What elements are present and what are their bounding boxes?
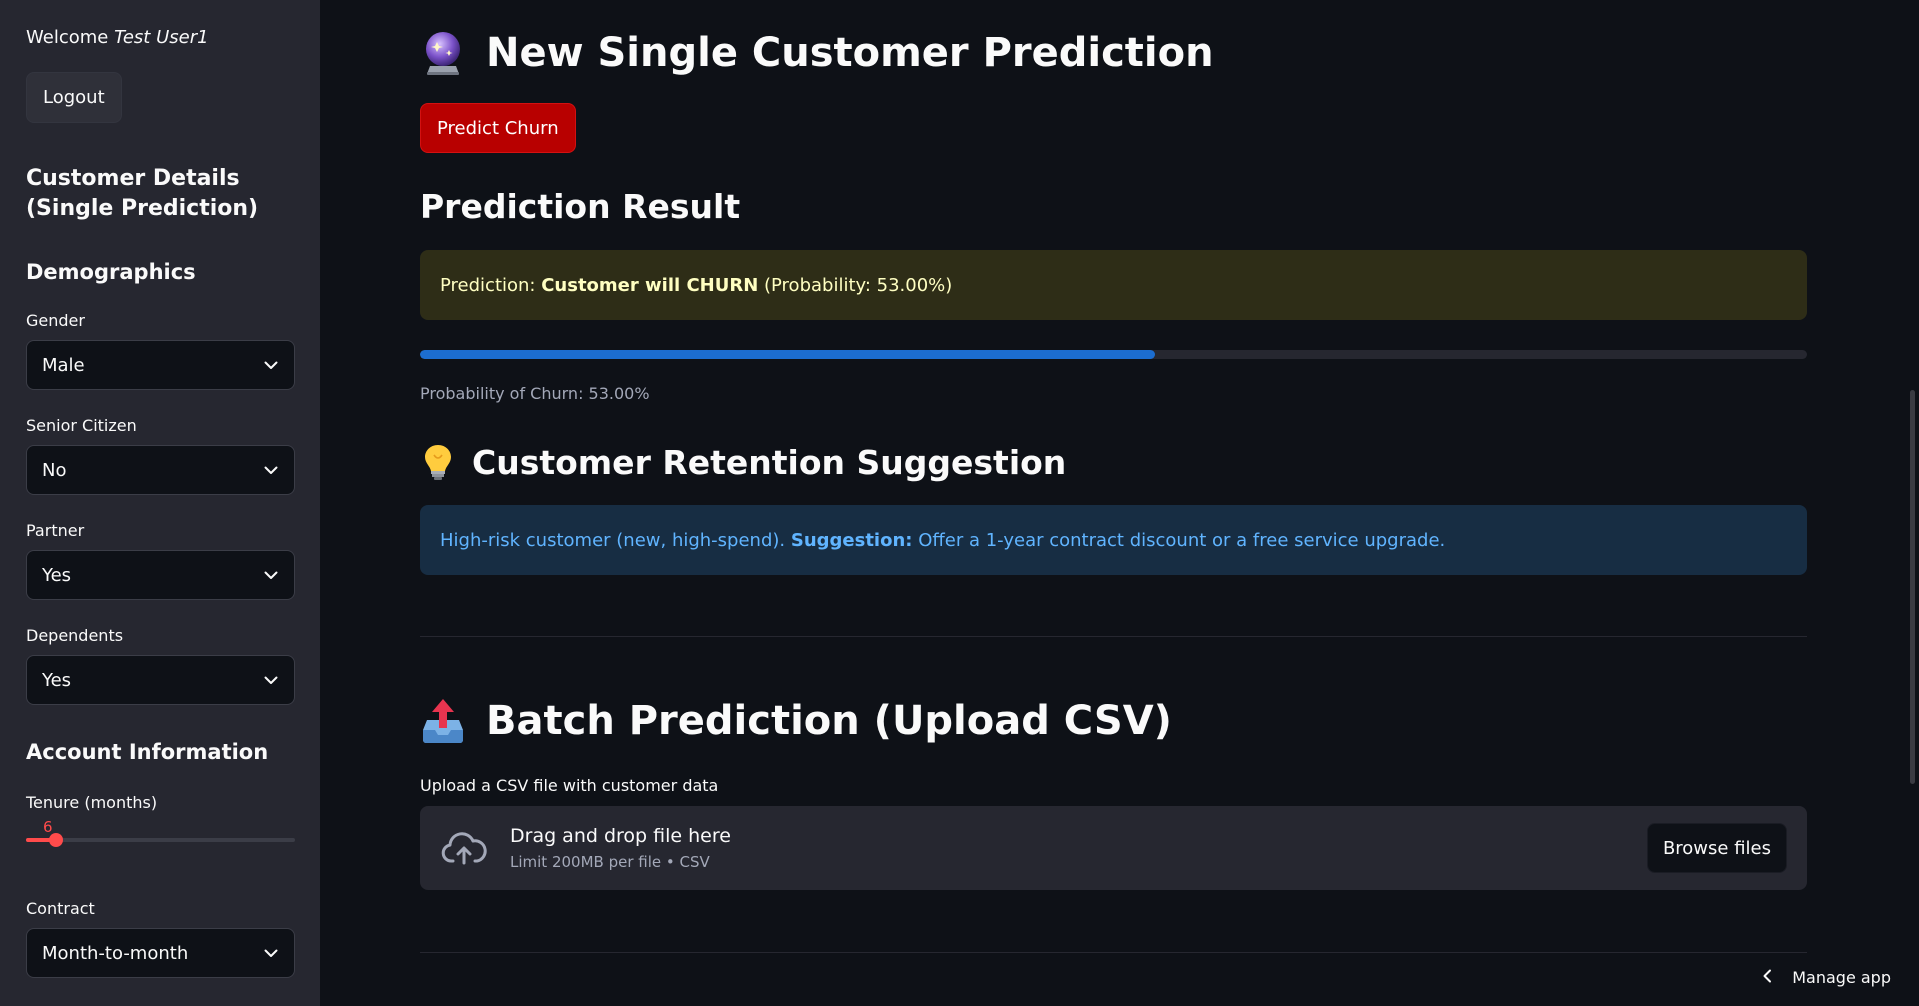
cloud-upload-icon [440,828,488,868]
prediction-result-alert: Prediction: Customer will CHURN (Probabi… [420,250,1807,320]
chevron-down-icon [264,568,278,582]
dropzone-instructions: Drag and drop file here [510,825,731,847]
retention-suggestion-heading-text: Customer Retention Suggestion [472,442,1067,482]
chevron-down-icon [264,673,278,687]
senior-citizen-label: Senior Citizen [26,416,137,435]
churn-probability-bar [420,350,1807,359]
account-information-heading: Account Information [26,740,269,764]
batch-prediction-title: Batch Prediction (Upload CSV) [420,698,1172,744]
churn-probability-fill [420,350,1156,359]
prediction-result-heading-text: Prediction Result [420,187,741,226]
gender-select[interactable]: Male [26,340,295,390]
predict-churn-button[interactable]: Predict Churn [420,103,576,153]
senior-citizen-select[interactable]: No [26,445,295,495]
gender-label: Gender [26,311,85,330]
light-bulb-icon [420,442,456,482]
prediction-probability: (Probability: 53.00%) [758,274,953,296]
batch-prediction-title-text: Batch Prediction (Upload CSV) [486,698,1172,744]
slider-thumb[interactable] [49,833,64,847]
contract-select[interactable]: Month-to-month [26,928,295,978]
outbox-tray-icon [420,698,466,744]
chevron-down-icon [264,946,278,960]
section-divider [420,952,1807,953]
retention-suggestion-text: High-risk customer (new, high-spend). Su… [440,530,1445,551]
senior-citizen-value: No [42,459,67,481]
page-scrollbar[interactable] [1910,390,1915,784]
main-content: New Single Customer Prediction Predict C… [420,0,1807,1006]
single-prediction-title: New Single Customer Prediction [420,30,1214,76]
retention-suggestion-label: Suggestion: [790,529,913,551]
dropzone-text: Drag and drop file here Limit 200MB per … [510,825,731,871]
upload-label: Upload a CSV file with customer data [420,776,719,795]
gender-value: Male [42,354,85,376]
dropzone-limits: Limit 200MB per file • CSV [510,853,710,871]
chevron-down-icon [264,463,278,477]
welcome-message: Welcome Test User1 [26,27,209,48]
retention-suggestion-heading: Customer Retention Suggestion [420,442,1066,482]
welcome-username: Test User1 [114,27,209,48]
partner-label: Partner [26,521,85,540]
retention-suggestion-alert: High-risk customer (new, high-spend). Su… [420,505,1807,575]
prediction-result-heading: Prediction Result [420,187,740,226]
partner-value: Yes [42,564,72,586]
browse-files-button[interactable]: Browse files [1646,823,1787,873]
retention-prefix: High-risk customer (new, high-spend). [440,529,791,551]
contract-label: Contract [26,899,95,918]
tenure-slider[interactable]: 6 [26,818,295,848]
sidebar: Welcome Test User1 Logout Customer Detai… [0,0,320,1006]
dependents-label: Dependents [26,626,124,645]
chevron-left-icon [1762,968,1772,987]
file-dropzone[interactable]: Drag and drop file here Limit 200MB per … [420,806,1807,890]
sidebar-title: Customer Details (Single Prediction) [26,166,259,221]
demographics-heading: Demographics [26,260,196,284]
contract-value: Month-to-month [42,942,189,964]
single-prediction-title-text: New Single Customer Prediction [486,30,1214,76]
welcome-prefix: Welcome [26,27,115,48]
crystal-ball-icon [420,30,466,76]
prediction-result-text: Prediction: Customer will CHURN (Probabi… [440,275,952,296]
prediction-prefix: Prediction: [440,274,542,296]
manage-app-button[interactable]: Manage app [1762,968,1891,987]
logout-button[interactable]: Logout [26,72,122,123]
tenure-label: Tenure (months) [26,793,158,812]
prediction-verdict: Customer will CHURN [541,274,759,296]
dependents-select[interactable]: Yes [26,655,295,705]
churn-probability-caption: Probability of Churn: 53.00% [420,384,650,403]
dependents-value: Yes [42,669,72,691]
section-divider [420,636,1807,637]
manage-app-label: Manage app [1792,968,1891,987]
slider-track [26,838,295,842]
streamlit-app: Welcome Test User1 Logout Customer Detai… [0,0,1919,1006]
retention-suggestion-body: Offer a 1-year contract discount or a fr… [912,529,1446,551]
chevron-down-icon [264,358,278,372]
partner-select[interactable]: Yes [26,550,295,600]
